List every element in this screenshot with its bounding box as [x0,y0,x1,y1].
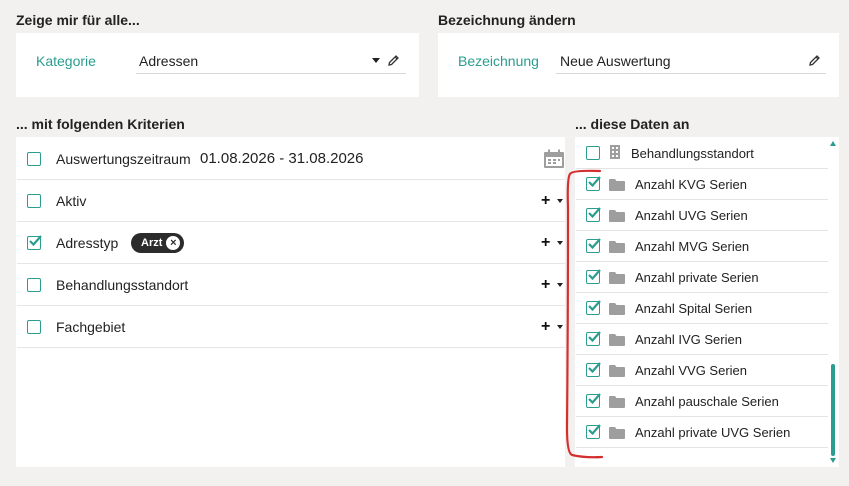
calendar-icon[interactable] [543,149,565,169]
data-label: Anzahl private Serien [635,270,759,285]
plus-icon[interactable]: + [541,235,550,251]
folder-icon [609,365,625,377]
checkbox[interactable] [586,146,600,160]
category-card: Kategorie Adressen [16,33,419,97]
section-title-data: ... diese Daten an [575,116,690,132]
checkbox[interactable] [27,320,41,334]
plus-icon[interactable]: + [541,277,550,293]
folder-icon [609,210,625,222]
criteria-label: Adresstyp [56,235,119,251]
criteria-row-period[interactable]: Auswertungszeitraum 01.08.2026 - 31.08.2… [17,138,565,180]
data-label: Anzahl private UVG Serien [635,425,791,440]
checkbox[interactable] [27,152,41,166]
folder-icon [609,272,625,284]
data-label: Anzahl pauschale Serien [635,394,779,409]
data-row[interactable]: Anzahl MVG Serien [576,231,828,262]
pencil-icon[interactable] [387,54,400,67]
name-underline [556,73,826,74]
data-label: Anzahl IVG Serien [635,332,742,347]
chip-label: Arzt [141,237,163,249]
check-icon [29,235,42,247]
name-input[interactable]: Neue Auswertung [560,53,671,69]
data-row[interactable]: Anzahl pauschale Serien [576,386,828,417]
criteria-row-active[interactable]: Aktiv + [17,180,565,222]
category-underline [136,73,406,74]
date-range-value[interactable]: 01.08.2026 - 31.08.2026 [200,150,363,167]
criteria-row-location[interactable]: Behandlungsstandort + [17,264,565,306]
data-row[interactable]: Anzahl Spital Serien [576,293,828,324]
section-title-show-for: Zeige mir für alle... [16,12,140,28]
data-label: Anzahl KVG Serien [635,177,748,192]
chevron-down-icon[interactable] [372,58,380,63]
plus-icon[interactable]: + [541,319,550,335]
criteria-row-address-type[interactable]: Adresstyp Arzt × + [17,222,565,264]
plus-icon[interactable]: + [541,193,550,209]
folder-icon [609,334,625,346]
folder-icon [609,179,625,191]
checkbox[interactable] [27,194,41,208]
data-label: Anzahl Spital Serien [635,301,753,316]
data-row[interactable]: Anzahl KVG Serien [576,169,828,200]
red-annotation-bracket [565,169,604,459]
data-label: Anzahl MVG Serien [635,239,750,254]
section-title-criteria: ... mit folgenden Kriterien [16,116,185,132]
data-row[interactable]: Anzahl private Serien [576,262,828,293]
name-label: Bezeichnung [458,53,539,69]
category-label: Kategorie [36,53,96,69]
data-row[interactable]: Anzahl private UVG Serien [576,417,828,448]
criteria-label: Behandlungsstandort [56,277,189,293]
criteria-label: Fachgebiet [56,319,126,335]
checkbox[interactable] [27,278,41,292]
scroll-down-arrow-icon[interactable] [830,458,836,463]
folder-icon [609,303,625,315]
criteria-label: Auswertungszeitraum [56,151,191,167]
scroll-up-arrow-icon[interactable] [830,141,836,146]
section-title-rename: Bezeichnung ändern [438,12,576,28]
scrollbar-thumb[interactable] [831,364,835,456]
folder-icon [609,427,625,439]
criteria-row-specialty[interactable]: Fachgebiet + [17,306,565,348]
checkbox-checked[interactable] [27,235,42,250]
close-icon[interactable]: × [166,236,181,250]
data-row-location[interactable]: Behandlungsstandort [576,138,828,169]
data-label: Anzahl UVG Serien [635,208,748,223]
filter-chip: Arzt × [131,233,185,253]
category-select-value[interactable]: Adressen [139,53,198,69]
folder-icon [609,241,625,253]
data-label: Anzahl VVG Serien [635,363,748,378]
folder-icon [609,396,625,408]
data-row[interactable]: Anzahl UVG Serien [576,200,828,231]
data-row[interactable]: Anzahl VVG Serien [576,355,828,386]
pencil-icon[interactable] [808,54,821,67]
building-icon [610,145,620,159]
data-row[interactable]: Anzahl IVG Serien [576,324,828,355]
data-label: Behandlungsstandort [631,146,754,161]
name-card: Bezeichnung Neue Auswertung [438,33,839,97]
criteria-label: Aktiv [56,193,87,209]
